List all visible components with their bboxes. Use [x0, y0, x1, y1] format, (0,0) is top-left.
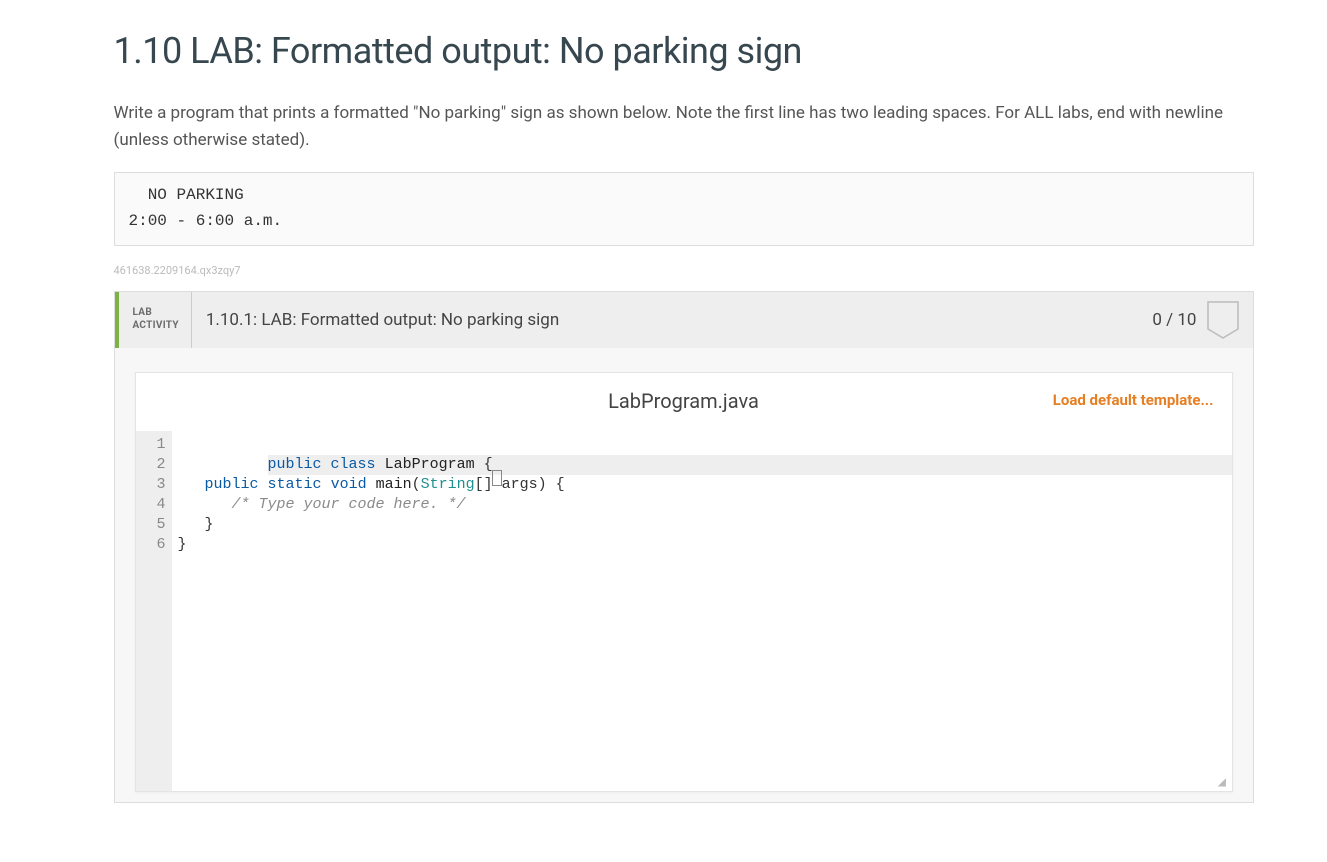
lab-activity-title: 1.10.1: LAB: Formatted output: No parkin…	[192, 292, 1153, 348]
load-default-template-link[interactable]: Load default template...	[1053, 391, 1214, 409]
code-editor-frame: LabProgram.java Load default template...…	[135, 372, 1233, 792]
line-number: 1	[138, 435, 166, 455]
content-hash: 461638.2209164.qx3zqy7	[114, 264, 1254, 277]
page-content: 1.10 LAB: Formatted output: No parking s…	[54, 0, 1274, 823]
expected-output-box: NO PARKING 2:00 - 6:00 a.m.	[114, 172, 1254, 245]
lab-description: Write a program that prints a formatted …	[114, 100, 1254, 154]
resize-handle-icon[interactable]: ◢	[1218, 777, 1230, 789]
lab-score: 0 / 10	[1152, 292, 1206, 348]
lab-badge-line2: ACTIVITY	[133, 320, 179, 333]
code-line[interactable]: }	[178, 535, 1226, 555]
badge-shield-icon	[1207, 292, 1253, 348]
editor-header: LabProgram.java Load default template...	[136, 373, 1232, 431]
code-line[interactable]: public static void main(String[] args) {	[178, 475, 1226, 495]
lab-badge-line1: LAB	[133, 307, 179, 320]
code-line[interactable]: /* Type your code here. */	[178, 495, 1226, 515]
lab-panel: LAB ACTIVITY 1.10.1: LAB: Formatted outp…	[114, 291, 1254, 803]
editor-filename: LabProgram.java	[608, 389, 759, 413]
code-editor[interactable]: 123456 public class LabProgram { public …	[136, 431, 1232, 791]
line-number: 6	[138, 535, 166, 555]
lab-header: LAB ACTIVITY 1.10.1: LAB: Formatted outp…	[115, 292, 1253, 348]
line-number: 4	[138, 495, 166, 515]
code-line[interactable]: public class LabProgram {	[268, 455, 1232, 475]
code-line[interactable]: }	[178, 515, 1226, 535]
code-text-area[interactable]: public class LabProgram { public static …	[172, 431, 1232, 791]
page-title: 1.10 LAB: Formatted output: No parking s…	[114, 30, 1254, 72]
line-number: 2	[138, 455, 166, 475]
lab-activity-badge: LAB ACTIVITY	[119, 292, 192, 348]
line-number: 3	[138, 475, 166, 495]
line-number: 5	[138, 515, 166, 535]
code-line[interactable]	[178, 555, 1226, 575]
line-number-gutter: 123456	[136, 431, 172, 791]
